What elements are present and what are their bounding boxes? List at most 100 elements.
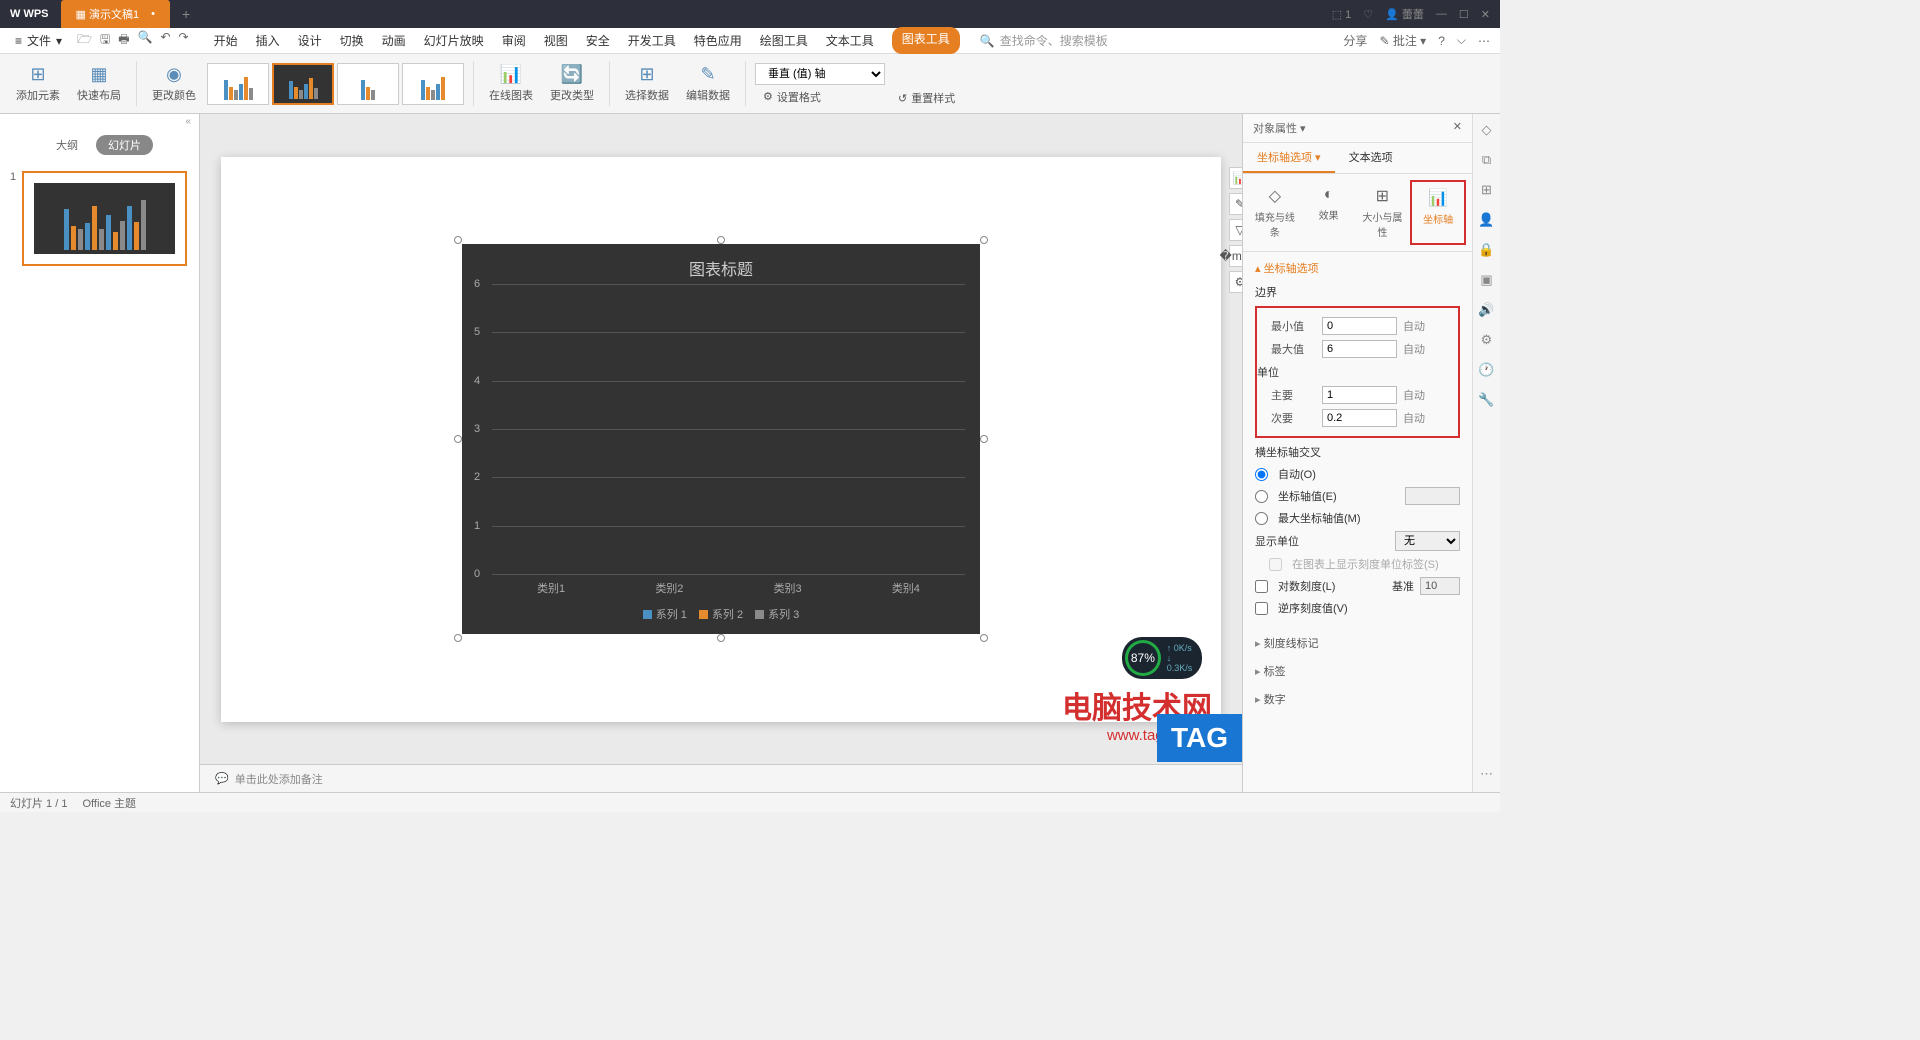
axis-subtab[interactable]: 📊坐标轴 — [1410, 180, 1466, 245]
edit-data-button[interactable]: ✎编辑数据 — [680, 64, 736, 103]
outline-tab[interactable]: 大纲 — [46, 135, 88, 155]
chart[interactable]: 图表标题 0123456 类别1类别2类别3类别4 系列 1系列 2系列 3 — [462, 244, 980, 634]
tab-开始[interactable]: 开始 — [214, 27, 238, 54]
min-input[interactable] — [1322, 317, 1397, 335]
numbers-section[interactable]: 数字 — [1243, 685, 1472, 713]
tab-绘图工具[interactable]: 绘图工具 — [760, 27, 808, 54]
rail-more-icon[interactable]: ⋯ — [1480, 766, 1493, 782]
display-unit-select[interactable]: 无 — [1395, 531, 1460, 551]
more-icon[interactable]: ⋯ — [1478, 34, 1490, 48]
save-icon[interactable]: 🖫 — [100, 30, 110, 51]
search-icon: 🔍 — [980, 34, 995, 48]
axis-options-tab[interactable]: 坐标轴选项 ▾ — [1243, 143, 1335, 173]
min-label: 最小值 — [1261, 318, 1316, 334]
select-data-button[interactable]: ⊞选择数据 — [619, 64, 675, 103]
tab-插入[interactable]: 插入 — [256, 27, 280, 54]
tab-视图[interactable]: 视图 — [544, 27, 568, 54]
open-icon[interactable]: 🗁 — [77, 30, 92, 51]
tab-开发工具[interactable]: 开发工具 — [628, 27, 676, 54]
rail-grid-icon[interactable]: ⊞ — [1481, 182, 1492, 198]
set-format-button[interactable]: ⚙ 设置格式 — [763, 89, 885, 105]
chart-element-dropdown[interactable]: 垂直 (值) 轴 — [755, 63, 885, 85]
rail-layers-icon[interactable]: ⧉ — [1482, 152, 1491, 168]
command-search[interactable]: 🔍 查找命令、搜索模板 — [980, 32, 1108, 49]
reset-style-button[interactable]: ↺ 重置样式 — [898, 90, 955, 106]
performance-widget[interactable]: 87% ↑ 0K/s↓ 0.3K/s — [1122, 637, 1202, 679]
labels-section[interactable]: 标签 — [1243, 657, 1472, 685]
tab-图表工具[interactable]: 图表工具 — [892, 27, 960, 54]
chart-style-3[interactable] — [337, 63, 399, 105]
presentation-icon: ▦ — [76, 8, 86, 21]
collapse-panel-icon[interactable]: « — [0, 114, 199, 129]
maximize-button[interactable]: ☐ — [1459, 8, 1469, 21]
rail-diamond-icon[interactable]: ◇ — [1482, 122, 1492, 138]
size-props-subtab[interactable]: ⊞大小与属性 — [1357, 180, 1409, 245]
doc-tab[interactable]: ▦ 演示文稿1 • — [61, 0, 170, 28]
tab-特色应用[interactable]: 特色应用 — [694, 27, 742, 54]
chart-style-4[interactable] — [402, 63, 464, 105]
print-icon[interactable]: 🖶 — [118, 30, 129, 51]
notes-bar[interactable]: 💬 单击此处添加备注 — [200, 764, 1242, 792]
rail-tools-icon[interactable]: 🔧 — [1478, 392, 1494, 408]
tab-安全[interactable]: 安全 — [586, 27, 610, 54]
chart-style-2-active[interactable] — [272, 63, 334, 105]
redo-icon[interactable]: ↷ — [179, 30, 189, 51]
tab-幻灯片放映[interactable]: 幻灯片放映 — [424, 27, 484, 54]
preview-icon[interactable]: 🔍 — [138, 30, 153, 51]
axis-options-section[interactable]: ▴ 坐标轴选项 — [1255, 260, 1460, 276]
help-icon[interactable]: ? — [1438, 34, 1445, 48]
effects-subtab[interactable]: ◐效果 — [1303, 180, 1355, 245]
review-button[interactable]: ✎ 批注 ▾ — [1379, 32, 1426, 49]
collapse-ribbon-icon[interactable]: ⌵ — [1457, 33, 1466, 48]
close-panel-icon[interactable]: ✕ — [1453, 120, 1462, 136]
auto-label: 自动 — [1403, 318, 1425, 334]
slide-main[interactable]: 图表标题 0123456 类别1类别2类别3类别4 系列 1系列 2系列 3 📊… — [221, 157, 1221, 722]
rail-sound-icon[interactable]: 🔊 — [1478, 302, 1494, 318]
major-input[interactable] — [1322, 386, 1397, 404]
max-input[interactable] — [1322, 340, 1397, 358]
fill-line-subtab[interactable]: ◇填充与线条 — [1249, 180, 1301, 245]
tab-切换[interactable]: 切换 — [340, 27, 364, 54]
minimize-button[interactable]: — — [1436, 8, 1447, 20]
badge-icon[interactable]: ⬚ 1 — [1332, 8, 1352, 21]
ribbon-tabs: 开始插入设计切换动画幻灯片放映审阅视图安全开发工具特色应用绘图工具文本工具图表工… — [214, 27, 960, 54]
rail-cube-icon[interactable]: ▣ — [1480, 272, 1492, 288]
gift-icon[interactable]: ♡ — [1363, 8, 1373, 21]
user-avatar[interactable]: 👤 蕾蕾 — [1385, 6, 1424, 22]
rail-lock-icon[interactable]: 🔒 — [1478, 242, 1494, 258]
tick-marks-section[interactable]: 刻度线标记 — [1243, 629, 1472, 657]
tab-动画[interactable]: 动画 — [382, 27, 406, 54]
online-chart-button[interactable]: 📊在线图表 — [483, 64, 539, 103]
cross-auto-radio[interactable] — [1255, 468, 1268, 481]
cross-label: 横坐标轴交叉 — [1255, 444, 1460, 460]
file-menu[interactable]: ≡ 文件 ▾ — [10, 32, 67, 49]
canvas: 图表标题 0123456 类别1类别2类别3类别4 系列 1系列 2系列 3 📊… — [200, 114, 1242, 792]
add-element-button[interactable]: ⊞添加元素 — [10, 64, 66, 103]
share-button[interactable]: 分享 — [1343, 32, 1367, 49]
change-color-button[interactable]: ◉更改颜色 — [146, 64, 202, 103]
minor-input[interactable] — [1322, 409, 1397, 427]
rail-clock-icon[interactable]: 🕐 — [1478, 362, 1494, 378]
close-button[interactable]: ✕ — [1481, 8, 1490, 21]
tab-文本工具[interactable]: 文本工具 — [826, 27, 874, 54]
slides-tab[interactable]: 幻灯片 — [96, 135, 153, 155]
add-tab-button[interactable]: + — [170, 6, 202, 22]
rail-user-icon[interactable]: 👤 — [1478, 212, 1494, 228]
rail-settings-icon[interactable]: ⚙ — [1481, 332, 1493, 348]
text-options-tab[interactable]: 文本选项 — [1335, 143, 1407, 173]
properties-panel: 对象属性 ▾ ✕ 坐标轴选项 ▾ 文本选项 ◇填充与线条 ◐效果 ⊞大小与属性 … — [1242, 114, 1472, 792]
undo-icon[interactable]: ↶ — [160, 30, 170, 51]
reverse-checkbox[interactable] — [1255, 602, 1268, 615]
chart-style-1[interactable] — [207, 63, 269, 105]
log-scale-checkbox[interactable] — [1255, 580, 1268, 593]
cross-value-radio[interactable] — [1255, 490, 1268, 503]
quick-layout-button[interactable]: ▦快速布局 — [71, 64, 127, 103]
tab-设计[interactable]: 设计 — [298, 27, 322, 54]
slide-thumbnail-1[interactable] — [22, 171, 187, 266]
slide-counter: 幻灯片 1 / 1 — [10, 795, 67, 811]
change-type-button[interactable]: 🔄更改类型 — [544, 64, 600, 103]
x-axis-labels: 类别1类别2类别3类别4 — [492, 580, 965, 596]
cross-max-radio[interactable] — [1255, 512, 1268, 525]
slide-panel: « 大纲 幻灯片 1 — [0, 114, 200, 792]
tab-审阅[interactable]: 审阅 — [502, 27, 526, 54]
